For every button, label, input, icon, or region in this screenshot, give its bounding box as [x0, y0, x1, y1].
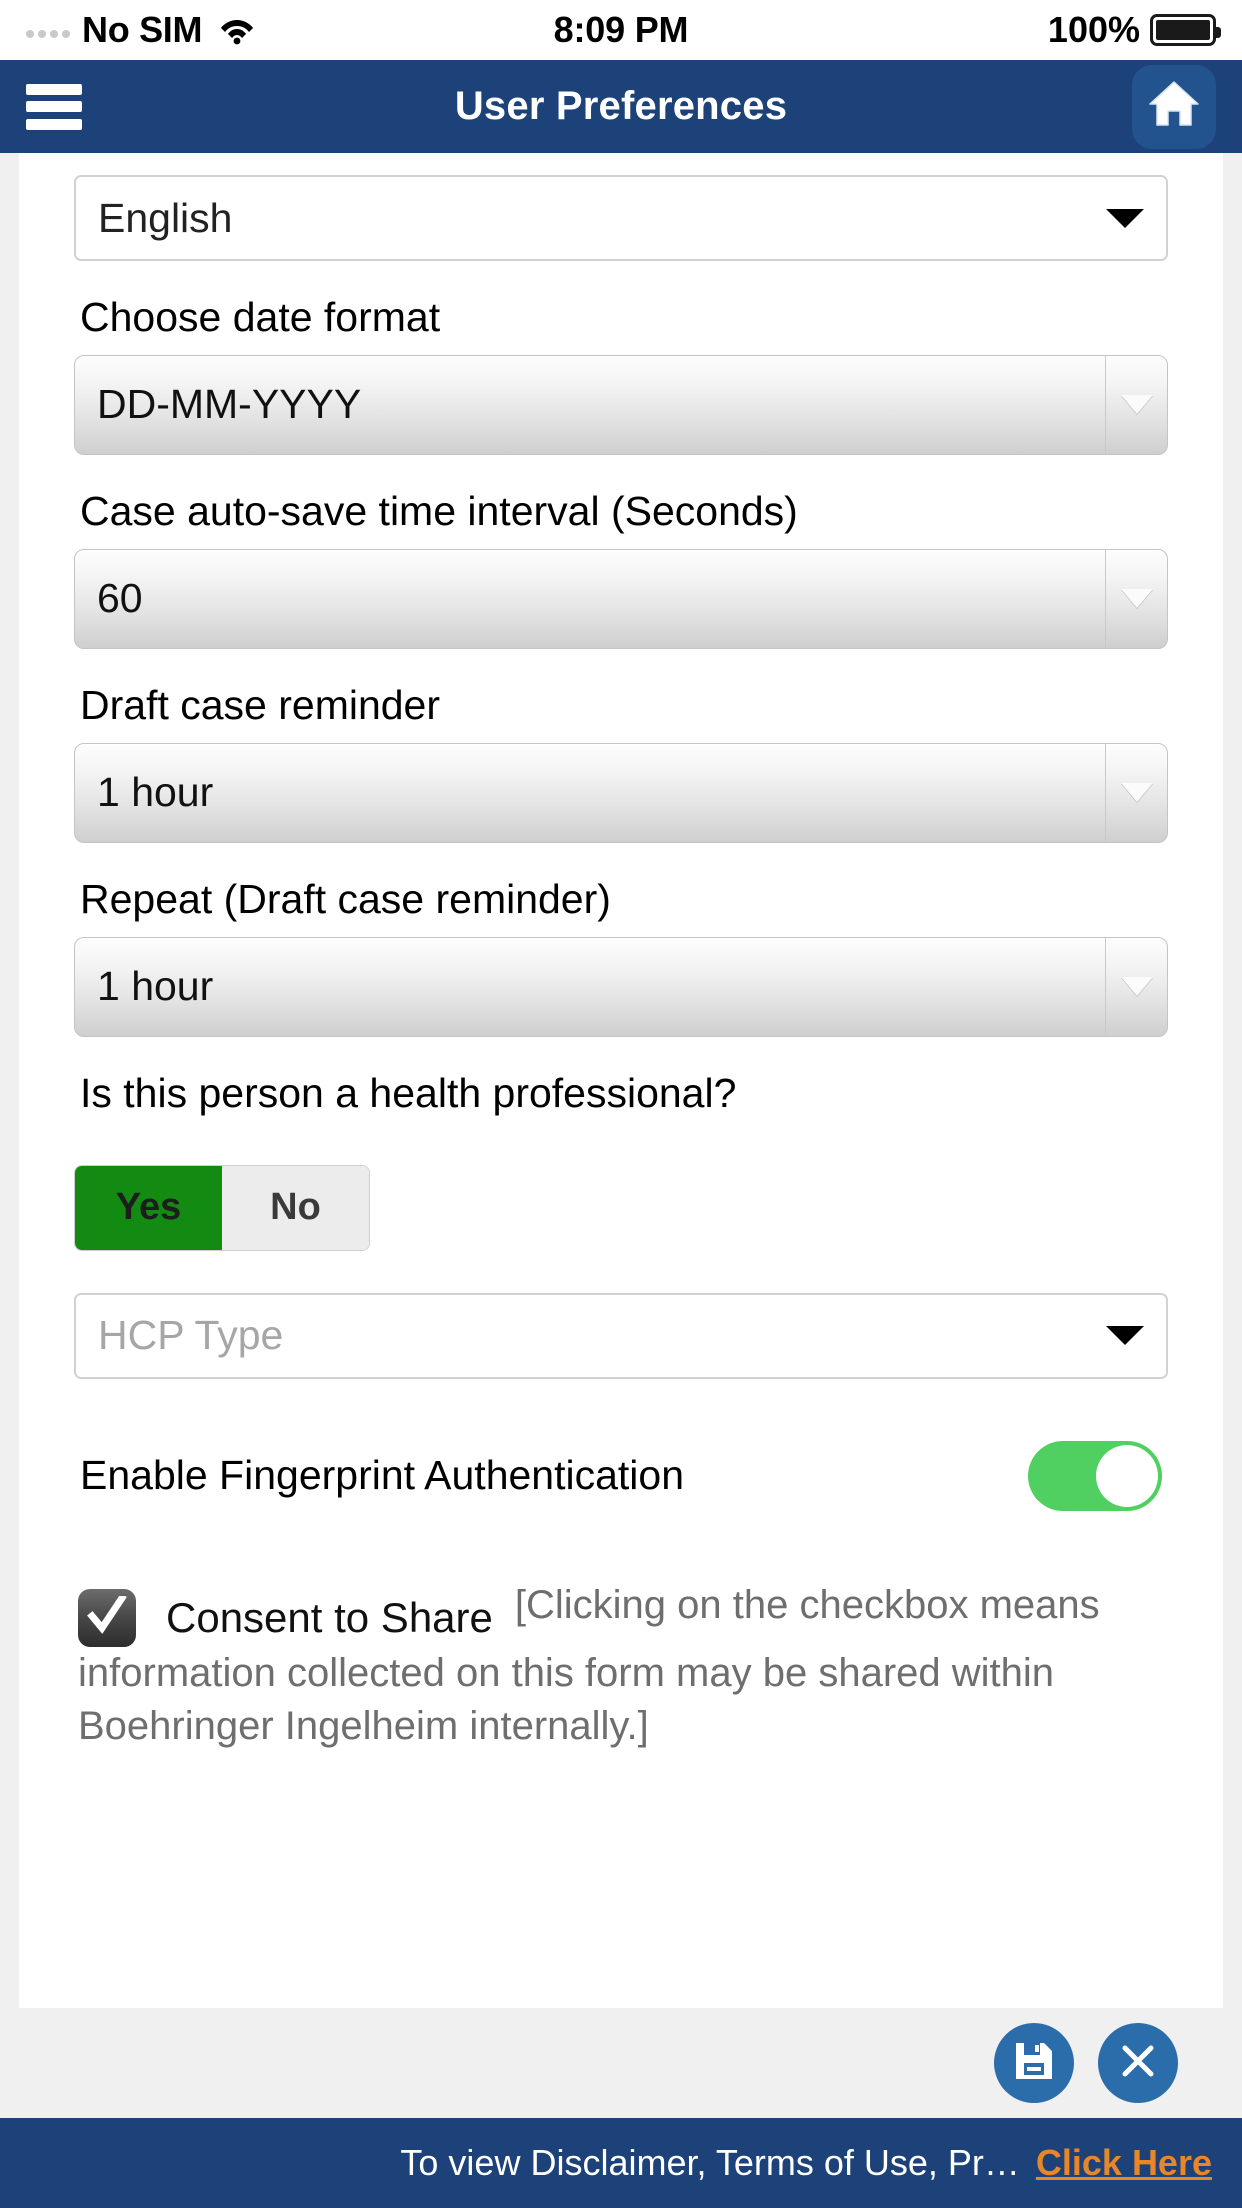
- disclaimer-link[interactable]: Click Here: [1036, 2142, 1212, 2184]
- date-format-value: DD-MM-YYYY: [97, 381, 362, 428]
- close-x-icon: [1118, 2041, 1158, 2086]
- health-professional-toggle: Yes No: [74, 1164, 370, 1251]
- draft-reminder-arrow: [1105, 743, 1167, 842]
- preferences-card: English Choose date format DD-MM-YYYY Ca…: [19, 153, 1223, 2008]
- language-value: English: [98, 194, 233, 241]
- consent-checkbox[interactable]: [78, 1588, 136, 1647]
- draft-reminder-value: 1 hour: [97, 769, 214, 816]
- status-bar-right: 100%: [1047, 9, 1221, 51]
- autosave-label: Case auto-save time interval (Seconds): [80, 487, 798, 534]
- chevron-down-icon: [1120, 395, 1153, 415]
- repeat-reminder-arrow: [1105, 937, 1167, 1036]
- health-professional-no-button[interactable]: No: [222, 1165, 369, 1250]
- language-select[interactable]: English: [74, 175, 1168, 261]
- autosave-value: 60: [97, 575, 143, 622]
- repeat-reminder-value: 1 hour: [97, 963, 214, 1010]
- hcp-type-select[interactable]: HCP Type: [74, 1292, 1168, 1379]
- cancel-button[interactable]: [1098, 2023, 1178, 2103]
- save-button[interactable]: [994, 2023, 1074, 2103]
- chevron-down-icon: [1120, 977, 1153, 997]
- home-button[interactable]: [1132, 64, 1216, 149]
- hcp-type-value: HCP Type: [98, 1312, 284, 1359]
- date-format-label: Choose date format: [80, 294, 441, 340]
- date-format-arrow: [1105, 355, 1167, 454]
- chevron-down-icon: [1120, 783, 1153, 803]
- fingerprint-row: Enable Fingerprint Authentication: [74, 1440, 1168, 1511]
- status-bar: No SIM 8:09 PM 100%: [0, 0, 1242, 60]
- health-professional-yes-button[interactable]: Yes: [75, 1165, 222, 1250]
- disclaimer-footer: To view Disclaimer, Terms of Use, Pr… Cl…: [0, 2118, 1242, 2208]
- consent-block: Consent to Share [Clicking on the checkbo…: [74, 1579, 1168, 1753]
- disclaimer-text: To view Disclaimer, Terms of Use, Pr…: [400, 2142, 1020, 2183]
- app-header: User Preferences: [0, 60, 1242, 153]
- chevron-down-icon: [1106, 1326, 1144, 1346]
- home-icon: [1147, 79, 1201, 134]
- hamburger-menu-icon[interactable]: [26, 83, 82, 130]
- scroll-content: English Choose date format DD-MM-YYYY Ca…: [0, 153, 1242, 2008]
- fingerprint-label: Enable Fingerprint Authentication: [80, 1452, 685, 1499]
- toggle-knob: [1096, 1444, 1158, 1507]
- battery-percent-label: 100%: [1047, 9, 1140, 50]
- draft-reminder-select[interactable]: 1 hour: [74, 742, 1168, 843]
- date-format-select[interactable]: DD-MM-YYYY: [74, 354, 1168, 455]
- chevron-down-icon: [1106, 208, 1144, 228]
- draft-reminder-label: Draft case reminder: [80, 681, 441, 728]
- action-bar: [0, 2008, 1242, 2118]
- health-professional-label: Is this person a health professional?: [80, 1069, 737, 1116]
- repeat-reminder-label: Repeat (Draft case reminder): [80, 875, 611, 922]
- page-title: User Preferences: [454, 84, 788, 128]
- consent-title: Consent to Share: [166, 1593, 493, 1641]
- phone-screen: No SIM 8:09 PM 100% User Preferences Eng…: [0, 0, 1242, 2208]
- chevron-down-icon: [1120, 589, 1153, 609]
- autosave-select[interactable]: 60: [74, 548, 1168, 649]
- floppy-disk-save-icon: [1012, 2039, 1056, 2088]
- repeat-reminder-select[interactable]: 1 hour: [74, 936, 1168, 1037]
- battery-full-icon: [1150, 14, 1221, 46]
- fingerprint-toggle[interactable]: [1028, 1440, 1162, 1511]
- autosave-arrow: [1105, 549, 1167, 648]
